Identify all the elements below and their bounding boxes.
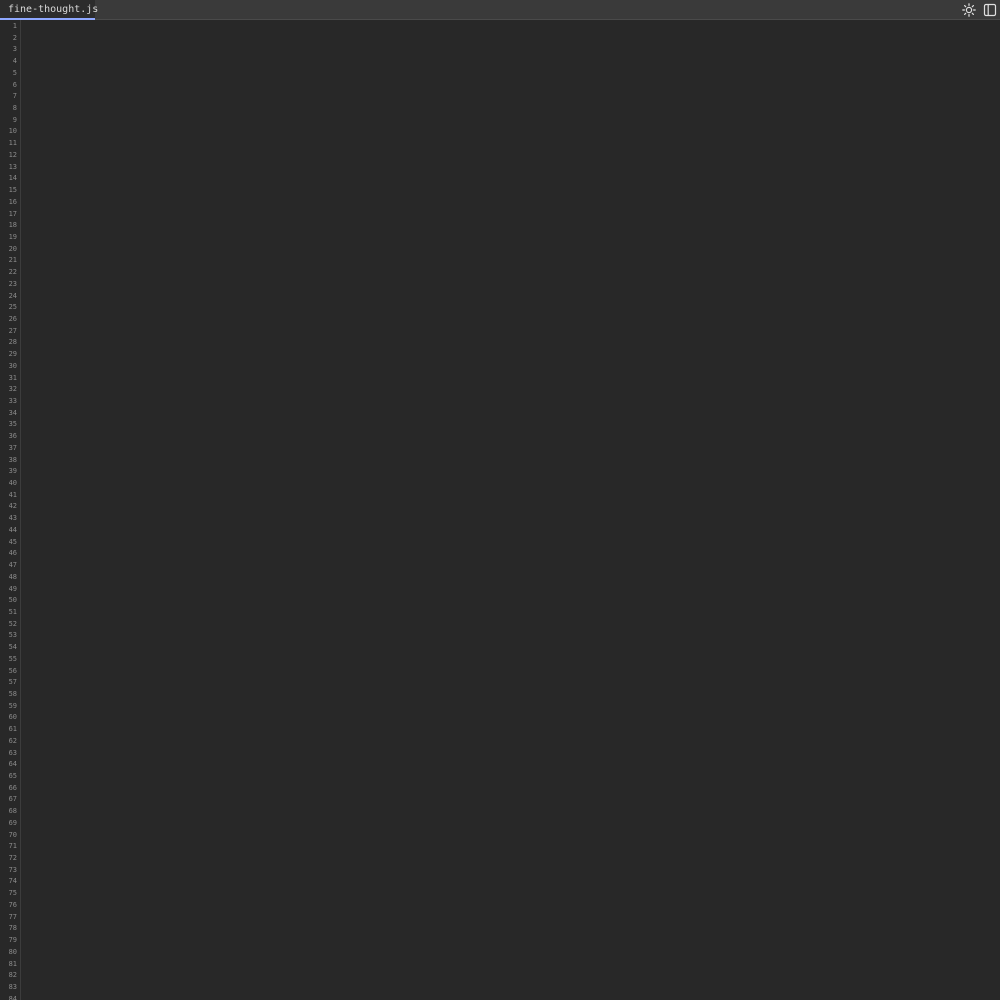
line-number: 61 [8,725,17,734]
line-number: 25 [8,303,17,312]
sun-icon[interactable] [962,3,976,17]
line-number: 76 [8,900,17,909]
line-number: 26 [8,314,17,323]
line-number: 82 [8,971,17,980]
line-number: 42 [8,502,17,511]
line-number: 31 [8,373,17,382]
line-number: 64 [8,760,17,769]
line-number: 18 [8,221,17,230]
line-number: 30 [8,361,17,370]
line-number: 35 [8,420,17,429]
line-number: 59 [8,701,17,710]
line-number: 6 [12,80,17,89]
line-number: 67 [8,795,17,804]
sidebar-toggle-icon[interactable] [983,3,997,17]
line-number: 1 [12,22,17,30]
line-number: 47 [8,561,17,570]
line-number: 50 [8,596,17,605]
line-number: 58 [8,689,17,698]
line-number: 23 [8,279,17,288]
line-number: 44 [8,525,17,534]
code-input-area[interactable] [22,20,1000,1000]
line-number: 32 [8,385,17,394]
line-number: 73 [8,865,17,874]
line-number: 84 [8,994,17,1000]
line-number: 43 [8,514,17,523]
line-number: 17 [8,209,17,218]
line-number: 54 [8,643,17,652]
line-number: 27 [8,326,17,335]
line-number: 13 [8,162,17,171]
line-number: 48 [8,572,17,581]
line-number: 33 [8,397,17,405]
line-number: 7 [12,92,17,101]
line-number: 81 [8,959,17,968]
line-number: 65 [8,772,17,780]
code-editor: 1 2 3 4 5 6 7 8 9 10 11 12 13 14 15 16 17 18 19 20 21 22 23 24 2… [0,20,1000,1000]
line-number: 77 [8,912,17,921]
line-number: 14 [8,174,17,183]
line-number: 74 [8,877,17,886]
tab-file[interactable]: fine-thought.js [0,0,99,20]
line-number: 70 [8,830,17,839]
line-number: 16 [8,197,17,206]
line-number: 83 [8,982,17,991]
line-number: 72 [8,854,17,863]
tab-filename: fine-thought.js [8,4,99,15]
line-number: 46 [8,549,17,558]
line-number: 36 [8,432,17,441]
line-number: 22 [8,268,17,277]
line-number: 52 [8,619,17,628]
line-number: 8 [12,104,17,113]
line-number: 41 [8,490,17,499]
line-number: 34 [8,408,17,417]
line-number-gutter: 1 2 3 4 5 6 7 8 9 10 11 12 13 14 15 16 17 18 19 20 21 22 23 24 2… [0,20,21,1000]
line-number: 19 [8,232,17,241]
line-number: 69 [8,818,17,827]
line-number: 2 [12,33,17,42]
line-number: 68 [8,807,17,816]
line-number: 66 [8,783,17,792]
line-number: 51 [8,607,17,616]
line-number: 60 [8,713,17,722]
line-number: 71 [8,842,17,851]
line-number: 57 [8,678,17,687]
line-number: 15 [8,186,17,195]
line-number: 39 [8,467,17,476]
line-number: 21 [8,256,17,265]
top-bar: fine-thought.js [0,0,1000,20]
line-number: 4 [12,57,17,66]
line-number: 45 [8,537,17,546]
line-number: 28 [8,338,17,347]
line-number: 37 [8,443,17,452]
line-numbers: 1 2 3 4 5 6 7 8 9 10 11 12 13 14 15 16 17 18 19 20 21 22 23 24 2… [0,20,20,1000]
line-number: 75 [8,889,17,898]
line-number: 55 [8,654,17,663]
line-number: 56 [8,666,17,675]
line-number: 63 [8,748,17,757]
line-number: 78 [8,924,17,933]
line-number: 24 [8,291,17,300]
line-number: 10 [8,127,17,136]
line-number: 38 [8,455,17,464]
line-number: 53 [8,631,17,640]
line-number: 5 [12,68,17,77]
line-number: 49 [8,584,17,593]
line-number: 11 [8,139,17,148]
line-number: 20 [8,244,17,253]
line-number: 29 [8,350,17,359]
line-number: 9 [12,115,17,124]
line-number: 79 [8,936,17,945]
line-number: 3 [12,45,17,54]
line-number: 40 [8,479,17,488]
line-number: 62 [8,736,17,745]
line-number: 80 [8,947,17,956]
line-number: 12 [8,150,17,159]
